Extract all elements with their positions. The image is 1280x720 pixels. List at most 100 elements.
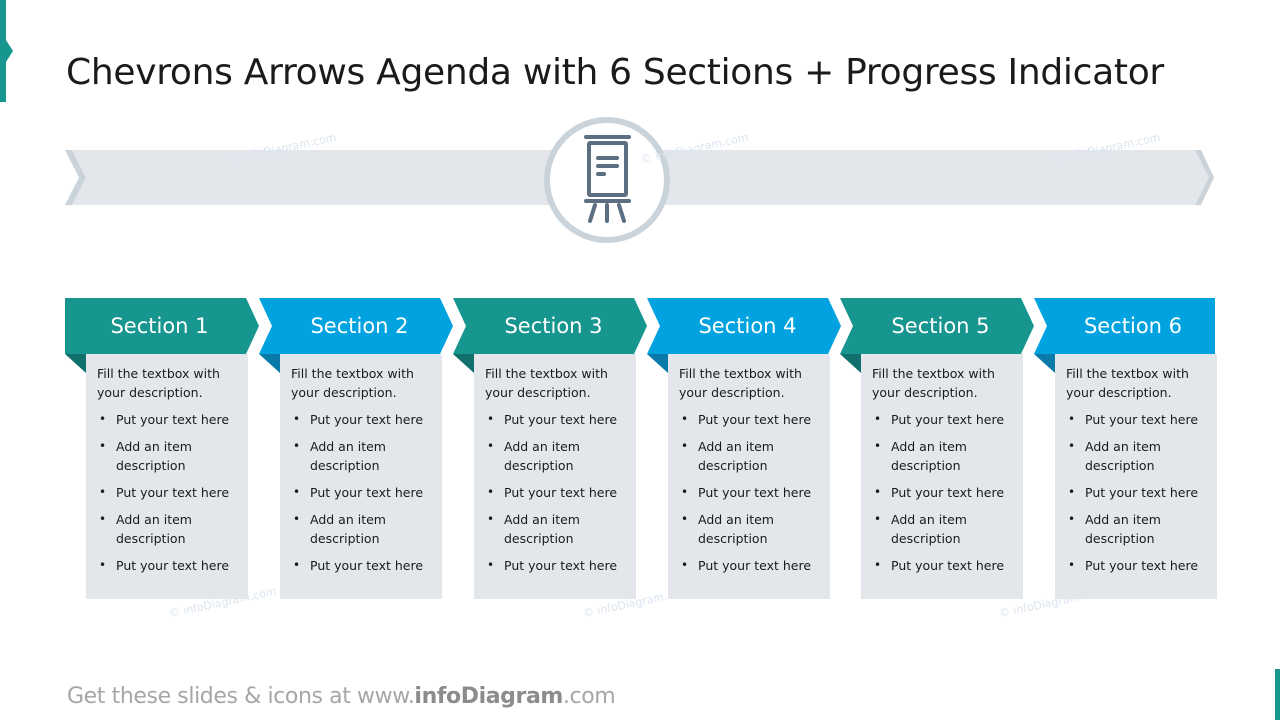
bullet-icon: • bbox=[1068, 439, 1076, 453]
agenda-section-3: Section 3 Fill the textbox with your desc… bbox=[453, 298, 667, 600]
list-item: • Put your text here bbox=[485, 483, 628, 502]
bullet-icon: • bbox=[293, 412, 301, 426]
section-bullet-list: • Put your text here • Add an item descript… bbox=[872, 410, 1015, 575]
section-title: Section 3 bbox=[504, 314, 603, 338]
list-item-text: Put your text here bbox=[698, 558, 812, 573]
list-item-text: Put your text here bbox=[891, 412, 1005, 427]
list-item-text: Put your text here bbox=[116, 412, 230, 427]
section-fold bbox=[65, 354, 86, 373]
bullet-icon: • bbox=[487, 412, 495, 426]
agenda-section-4: Section 4 Fill the textbox with your desc… bbox=[647, 298, 861, 600]
bullet-icon: • bbox=[293, 512, 301, 526]
section-title: Section 4 bbox=[698, 314, 797, 338]
list-item-text: Put your text here bbox=[891, 558, 1005, 573]
bullet-icon: • bbox=[99, 485, 107, 499]
list-item: • Add an item description bbox=[679, 510, 822, 548]
list-item: • Add an item description bbox=[291, 437, 434, 475]
bullet-icon: • bbox=[681, 412, 689, 426]
list-item-text: Add an item description bbox=[116, 439, 192, 473]
section-bullet-list: • Put your text here • Add an item descript… bbox=[97, 410, 240, 575]
list-item: • Add an item description bbox=[291, 510, 434, 548]
list-item: • Add an item description bbox=[97, 437, 240, 475]
list-item-text: Add an item description bbox=[504, 512, 580, 546]
list-item-text: Add an item description bbox=[698, 439, 774, 473]
list-item: • Put your text here bbox=[679, 556, 822, 575]
list-item-text: Put your text here bbox=[1085, 412, 1199, 427]
bullet-icon: • bbox=[681, 439, 689, 453]
list-item-text: Put your text here bbox=[116, 485, 230, 500]
list-item-text: Put your text here bbox=[1085, 485, 1199, 500]
agenda-section-6: Section 6 Fill the textbox with your desc… bbox=[1034, 298, 1248, 600]
section-title: Section 2 bbox=[310, 314, 409, 338]
agenda-section-2: Section 2 Fill the textbox with your desc… bbox=[259, 298, 473, 600]
section-description-box[interactable]: Fill the textbox with your description. •… bbox=[1055, 354, 1217, 599]
list-item: • Put your text here bbox=[291, 410, 434, 429]
section-bullet-list: • Put your text here • Add an item descript… bbox=[291, 410, 434, 575]
bullet-icon: • bbox=[874, 558, 882, 572]
list-item-text: Add an item description bbox=[310, 439, 386, 473]
bullet-icon: • bbox=[681, 485, 689, 499]
left-accent-notch bbox=[6, 40, 13, 62]
list-item: • Put your text here bbox=[291, 556, 434, 575]
bullet-icon: • bbox=[293, 485, 301, 499]
list-item-text: Add an item description bbox=[891, 512, 967, 546]
list-item: • Put your text here bbox=[1066, 483, 1209, 502]
section-fold bbox=[840, 354, 861, 373]
list-item: • Put your text here bbox=[872, 556, 1015, 575]
list-item-text: Put your text here bbox=[1085, 558, 1199, 573]
section-description-box[interactable]: Fill the textbox with your description. •… bbox=[86, 354, 248, 599]
section-title: Section 6 bbox=[1083, 314, 1183, 338]
agenda-section-1: Section 1 Fill the textbox with your desc… bbox=[65, 298, 279, 600]
section-description-box[interactable]: Fill the textbox with your description. •… bbox=[668, 354, 830, 599]
list-item-text: Put your text here bbox=[310, 558, 424, 573]
section-title: Section 1 bbox=[110, 314, 209, 338]
list-item-text: Add an item description bbox=[698, 512, 774, 546]
list-item-text: Put your text here bbox=[504, 412, 618, 427]
section-fold bbox=[453, 354, 474, 373]
section-intro-text: Fill the textbox with your description. bbox=[1066, 366, 1189, 400]
list-item: • Add an item description bbox=[872, 510, 1015, 548]
bullet-icon: • bbox=[99, 439, 107, 453]
bullet-icon: • bbox=[1068, 485, 1076, 499]
bullet-icon: • bbox=[681, 558, 689, 572]
list-item: • Put your text here bbox=[1066, 556, 1209, 575]
section-description-box[interactable]: Fill the textbox with your description. •… bbox=[474, 354, 636, 599]
section-bullet-list: • Put your text here • Add an item descript… bbox=[1066, 410, 1209, 575]
section-intro-text: Fill the textbox with your description. bbox=[291, 366, 414, 400]
section-intro-text: Fill the textbox with your description. bbox=[485, 366, 608, 400]
list-item-text: Put your text here bbox=[891, 485, 1005, 500]
list-item-text: Put your text here bbox=[310, 412, 424, 427]
list-item-text: Add an item description bbox=[310, 512, 386, 546]
section-description-box[interactable]: Fill the textbox with your description. •… bbox=[861, 354, 1023, 599]
section-fold bbox=[647, 354, 668, 373]
footer-credit: Get these slides & icons at www.infoDiag… bbox=[67, 684, 616, 709]
list-item-text: Put your text here bbox=[698, 412, 812, 427]
bullet-icon: • bbox=[1068, 512, 1076, 526]
section-intro-text: Fill the textbox with your description. bbox=[97, 366, 220, 400]
list-item: • Put your text here bbox=[485, 556, 628, 575]
footer-brand: infoDiagram bbox=[414, 684, 563, 709]
list-item-text: Put your text here bbox=[310, 485, 424, 500]
bullet-icon: • bbox=[1068, 558, 1076, 572]
bullet-icon: • bbox=[874, 485, 882, 499]
right-accent-bar bbox=[1275, 669, 1280, 720]
list-item: • Put your text here bbox=[97, 556, 240, 575]
list-item: • Add an item description bbox=[1066, 437, 1209, 475]
list-item-text: Add an item description bbox=[891, 439, 967, 473]
list-item: • Put your text here bbox=[872, 410, 1015, 429]
list-item: • Put your text here bbox=[872, 483, 1015, 502]
list-item: • Put your text here bbox=[97, 483, 240, 502]
list-item-text: Add an item description bbox=[504, 439, 580, 473]
section-intro-text: Fill the textbox with your description. bbox=[872, 366, 995, 400]
section-title: Section 5 bbox=[891, 314, 990, 338]
bullet-icon: • bbox=[293, 558, 301, 572]
section-bullet-list: • Put your text here • Add an item descript… bbox=[679, 410, 822, 575]
agenda-section-5: Section 5 Fill the textbox with your desc… bbox=[840, 298, 1054, 600]
list-item: • Add an item description bbox=[1066, 510, 1209, 548]
list-item: • Put your text here bbox=[485, 410, 628, 429]
list-item: • Put your text here bbox=[97, 410, 240, 429]
section-description-box[interactable]: Fill the textbox with your description. •… bbox=[280, 354, 442, 599]
list-item: • Put your text here bbox=[679, 410, 822, 429]
list-item-text: Add an item description bbox=[116, 512, 192, 546]
bullet-icon: • bbox=[487, 485, 495, 499]
